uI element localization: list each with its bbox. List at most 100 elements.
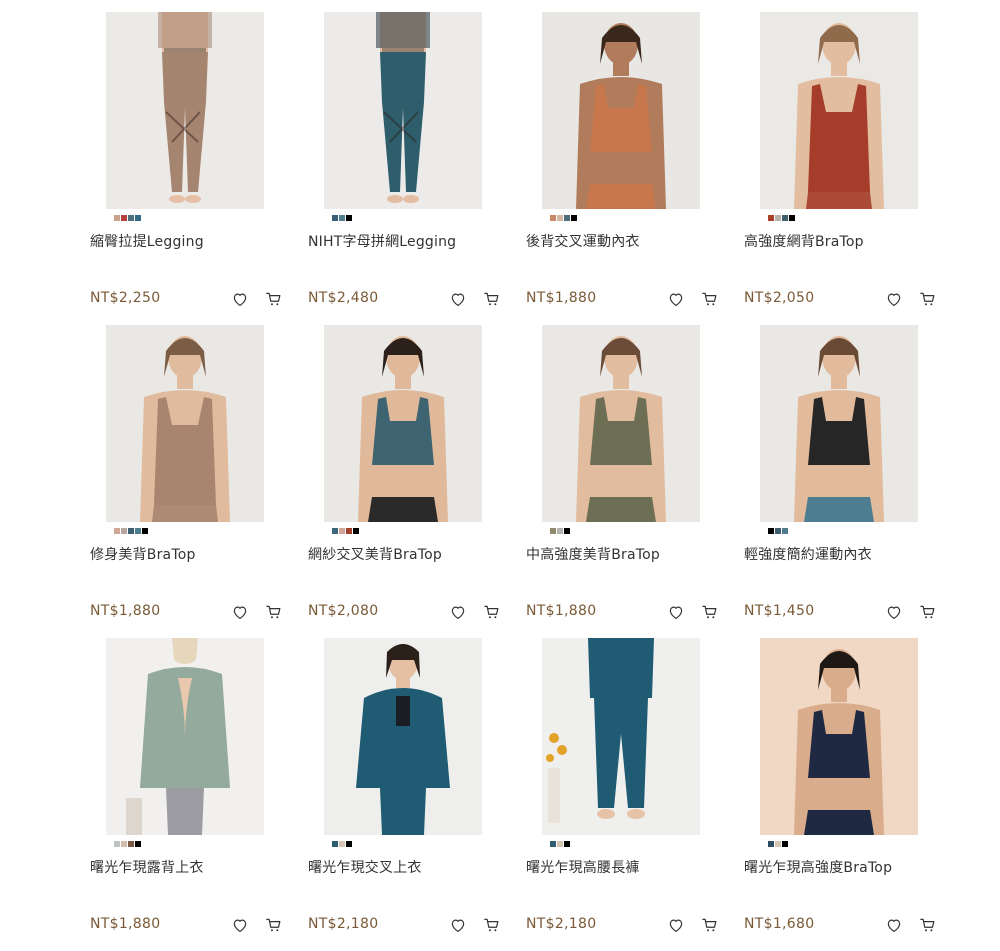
product-name[interactable]: 曙光乍現高強度BraTop: [744, 859, 944, 877]
color-swatch[interactable]: [114, 841, 120, 847]
color-swatch[interactable]: [332, 215, 338, 221]
color-swatch[interactable]: [142, 528, 148, 534]
add-to-cart-button[interactable]: [263, 602, 285, 622]
color-swatch[interactable]: [782, 215, 788, 221]
product-name[interactable]: 曙光乍現交叉上衣: [308, 859, 508, 877]
color-swatch[interactable]: [782, 528, 788, 534]
product-name[interactable]: 高強度網背BraTop: [744, 233, 944, 251]
add-to-cart-button[interactable]: [481, 602, 503, 622]
product-name[interactable]: NIHT字母拼網Legging: [308, 233, 508, 251]
color-swatch[interactable]: [564, 841, 570, 847]
add-to-cart-button[interactable]: [481, 289, 503, 309]
color-swatch[interactable]: [564, 528, 570, 534]
color-swatch[interactable]: [557, 841, 563, 847]
product-image[interactable]: [542, 325, 700, 522]
product-image[interactable]: [542, 638, 700, 835]
color-swatch[interactable]: [775, 528, 781, 534]
color-swatch[interactable]: [557, 215, 563, 221]
model-photo: [542, 12, 700, 209]
product-price: NT$2,180: [526, 916, 597, 932]
color-swatch[interactable]: [564, 215, 570, 221]
color-swatch[interactable]: [128, 841, 134, 847]
wishlist-button[interactable]: [447, 915, 469, 935]
add-to-cart-button[interactable]: [699, 602, 721, 622]
color-swatch[interactable]: [128, 215, 134, 221]
product-image[interactable]: [324, 325, 482, 522]
add-to-cart-button[interactable]: [263, 289, 285, 309]
wishlist-button[interactable]: [665, 915, 687, 935]
color-swatch[interactable]: [571, 215, 577, 221]
color-swatch[interactable]: [768, 528, 774, 534]
color-swatch[interactable]: [135, 528, 141, 534]
product-name[interactable]: 中高強度美背BraTop: [526, 546, 726, 564]
product-image[interactable]: [760, 638, 918, 835]
product-image[interactable]: [760, 325, 918, 522]
product-name[interactable]: 後背交叉運動內衣: [526, 233, 726, 251]
wishlist-button[interactable]: [665, 289, 687, 309]
color-swatch[interactable]: [128, 528, 134, 534]
wishlist-button[interactable]: [883, 289, 905, 309]
color-swatch[interactable]: [135, 841, 141, 847]
color-swatch[interactable]: [353, 528, 359, 534]
color-swatch[interactable]: [114, 215, 120, 221]
color-swatch[interactable]: [550, 528, 556, 534]
color-swatch[interactable]: [557, 528, 563, 534]
color-swatch[interactable]: [550, 215, 556, 221]
wishlist-button[interactable]: [447, 289, 469, 309]
color-swatch[interactable]: [782, 841, 788, 847]
color-swatch[interactable]: [768, 841, 774, 847]
color-swatch[interactable]: [346, 215, 352, 221]
color-swatch[interactable]: [332, 841, 338, 847]
product-image[interactable]: [760, 12, 918, 209]
product-name[interactable]: 縮臀拉提Legging: [90, 233, 290, 251]
add-to-cart-button[interactable]: [699, 915, 721, 935]
color-swatch[interactable]: [789, 215, 795, 221]
wishlist-button[interactable]: [229, 915, 251, 935]
color-swatch[interactable]: [339, 528, 345, 534]
wishlist-button[interactable]: [883, 915, 905, 935]
color-swatch[interactable]: [346, 841, 352, 847]
product-image[interactable]: [542, 12, 700, 209]
color-swatch[interactable]: [121, 215, 127, 221]
color-swatch[interactable]: [114, 528, 120, 534]
color-swatch[interactable]: [332, 528, 338, 534]
product-name[interactable]: 修身美背BraTop: [90, 546, 290, 564]
product-card-7: 中高強度美背BraTop NT$1,880: [526, 325, 726, 638]
color-swatch[interactable]: [135, 215, 141, 221]
product-image[interactable]: [106, 12, 264, 209]
product-price: NT$2,480: [308, 290, 379, 306]
wishlist-button[interactable]: [665, 602, 687, 622]
color-swatches: [550, 215, 577, 221]
add-to-cart-button[interactable]: [917, 915, 939, 935]
color-swatch[interactable]: [550, 841, 556, 847]
product-image[interactable]: [324, 638, 482, 835]
color-swatch[interactable]: [346, 528, 352, 534]
wishlist-button[interactable]: [229, 289, 251, 309]
color-swatch[interactable]: [339, 841, 345, 847]
product-image[interactable]: [324, 12, 482, 209]
color-swatch[interactable]: [775, 841, 781, 847]
color-swatch[interactable]: [775, 215, 781, 221]
color-swatch[interactable]: [121, 528, 127, 534]
add-to-cart-button[interactable]: [917, 289, 939, 309]
product-image[interactable]: [106, 638, 264, 835]
color-swatches: [114, 215, 141, 221]
wishlist-button[interactable]: [447, 602, 469, 622]
color-swatch[interactable]: [768, 215, 774, 221]
add-to-cart-button[interactable]: [481, 915, 503, 935]
cart-icon: [266, 605, 281, 619]
wishlist-button[interactable]: [229, 602, 251, 622]
product-name[interactable]: 輕強度簡約運動內衣: [744, 546, 944, 564]
product-name[interactable]: 曙光乍現露背上衣: [90, 859, 290, 877]
heart-icon: [669, 606, 683, 619]
product-card-8: 輕強度簡約運動內衣 NT$1,450: [744, 325, 944, 638]
color-swatch[interactable]: [121, 841, 127, 847]
product-name[interactable]: 網紗交叉美背BraTop: [308, 546, 508, 564]
color-swatch[interactable]: [339, 215, 345, 221]
add-to-cart-button[interactable]: [699, 289, 721, 309]
wishlist-button[interactable]: [883, 602, 905, 622]
product-name[interactable]: 曙光乍現高腰長褲: [526, 859, 726, 877]
add-to-cart-button[interactable]: [263, 915, 285, 935]
product-image[interactable]: [106, 325, 264, 522]
add-to-cart-button[interactable]: [917, 602, 939, 622]
